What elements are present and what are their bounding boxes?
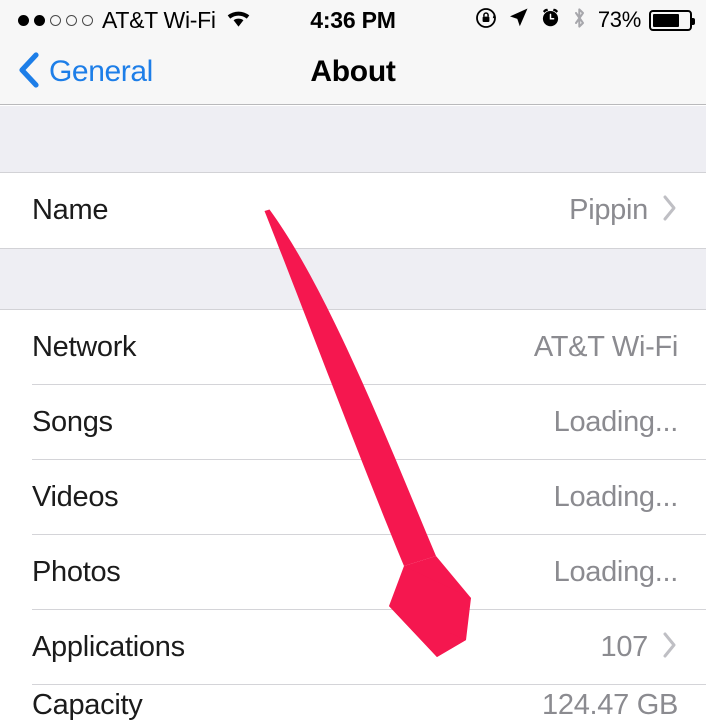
section-gap-top (0, 106, 706, 173)
row-accessory: 107 (601, 631, 679, 664)
row-value: AT&T Wi-Fi (533, 331, 678, 363)
navigation-bar: General About (0, 40, 706, 105)
row-accessory: Loading... (553, 406, 679, 439)
row-accessory: 124.47 GB (542, 689, 678, 720)
row-label: Videos (32, 481, 119, 513)
carrier-label: AT&T Wi-Fi (102, 6, 216, 33)
signal-strength-dots (18, 14, 93, 26)
settings-section-1: Name Pippin (0, 173, 706, 248)
row-label: Songs (32, 406, 113, 438)
table-row-network[interactable]: Network AT&T Wi-Fi (0, 310, 706, 385)
section-gap-middle (0, 248, 706, 310)
row-accessory: Loading... (553, 556, 679, 589)
rotation-lock-icon (475, 7, 497, 34)
row-label: Network (32, 331, 137, 363)
signal-dot-5 (82, 14, 93, 26)
row-accessory: Loading... (553, 481, 679, 514)
row-value: Loading... (553, 481, 679, 513)
status-bar: AT&T Wi-Fi 4:36 PM 73% (0, 0, 706, 40)
battery-fill (653, 13, 679, 27)
row-value: 124.47 GB (542, 688, 678, 720)
settings-section-2: Network AT&T Wi-Fi Songs Loading... Vide… (0, 310, 706, 720)
status-bar-right: 73% (475, 7, 695, 34)
signal-dot-1 (18, 14, 29, 26)
iphone-settings-about-screen: AT&T Wi-Fi 4:36 PM 73% General About Nam… (0, 0, 706, 720)
table-row-name[interactable]: Name Pippin (0, 173, 706, 248)
row-label: Photos (32, 556, 121, 588)
signal-dot-3 (50, 14, 61, 26)
signal-dot-2 (34, 14, 45, 26)
alarm-clock-icon (540, 7, 561, 33)
row-value: Loading... (553, 406, 679, 438)
wifi-icon (225, 8, 252, 33)
row-value: Pippin (569, 194, 648, 226)
table-row-videos[interactable]: Videos Loading... (0, 460, 706, 535)
table-row-capacity[interactable]: Capacity 124.47 GB (0, 685, 706, 720)
row-value: Loading... (553, 556, 679, 588)
chevron-left-icon (18, 51, 40, 93)
row-label: Name (32, 194, 109, 226)
table-row-applications[interactable]: Applications 107 (0, 610, 706, 685)
location-arrow-icon (508, 7, 529, 33)
row-accessory: Pippin (569, 194, 678, 227)
row-label: Capacity (32, 688, 143, 720)
chevron-right-icon (662, 194, 678, 227)
row-value: 107 (600, 631, 649, 663)
battery-icon (649, 9, 695, 31)
table-row-songs[interactable]: Songs Loading... (0, 385, 706, 460)
back-button-label: General (49, 55, 153, 88)
table-row-photos[interactable]: Photos Loading... (0, 535, 706, 610)
chevron-right-icon (662, 631, 678, 664)
signal-dot-4 (66, 14, 77, 26)
row-label: Applications (32, 631, 185, 663)
status-bar-left: AT&T Wi-Fi (18, 7, 252, 34)
row-accessory: AT&T Wi-Fi (534, 331, 678, 364)
battery-percent-label: 73% (597, 7, 641, 32)
bluetooth-icon (572, 7, 587, 34)
settings-table: Name Pippin Network AT&T Wi-Fi Songs Loa… (0, 106, 706, 720)
back-button[interactable]: General (18, 40, 153, 104)
